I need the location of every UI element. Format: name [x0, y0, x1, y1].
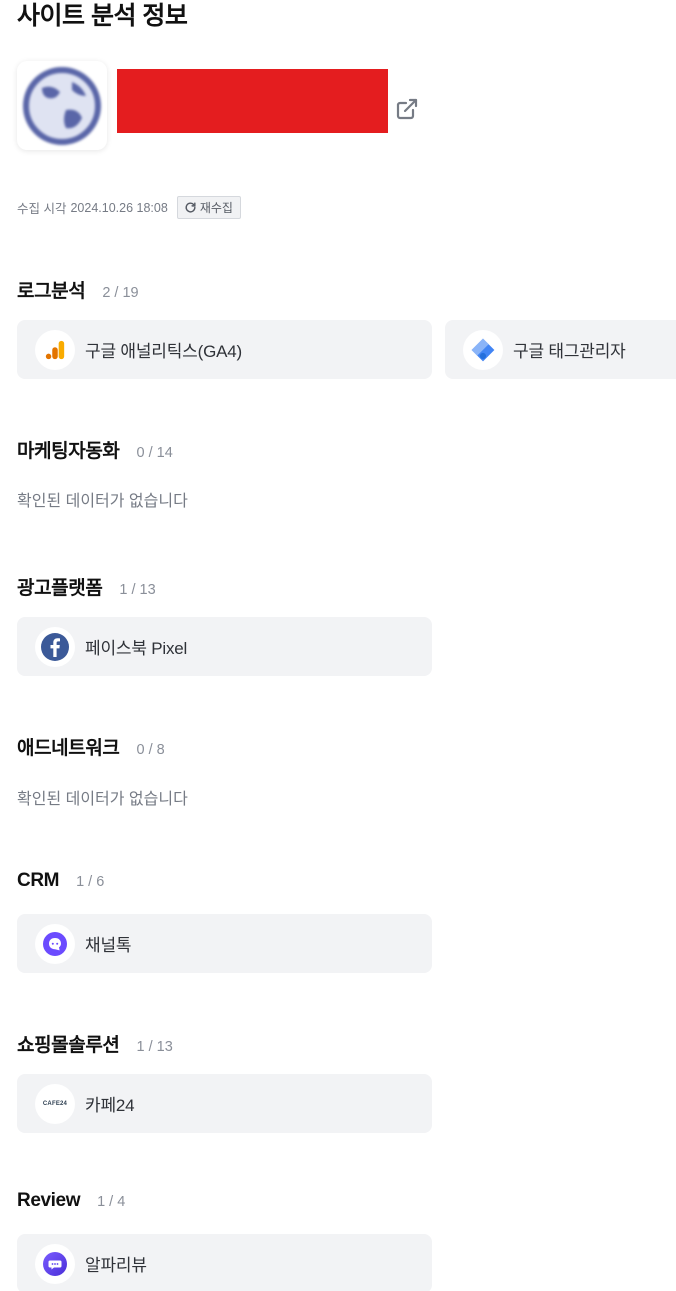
card-cafe24[interactable]: CAFE24 카페24: [17, 1074, 432, 1133]
card-label: 카페24: [85, 1096, 135, 1115]
page-title: 사이트 분석 정보: [17, 2, 188, 30]
section-count: 0 / 8: [136, 742, 165, 758]
section-ad-network: 애드네트워크 0 / 8: [17, 733, 165, 760]
section-title: 애드네트워크: [17, 738, 120, 759]
section-count: 0 / 14: [136, 445, 173, 461]
empty-message: 확인된 데이터가 없습니다: [17, 493, 188, 510]
cafe24-icon: CAFE24: [35, 1083, 75, 1124]
card-alpha-review[interactable]: 알파리뷰: [17, 1234, 432, 1291]
section-count: 1 / 6: [76, 874, 105, 890]
section-title: 광고플랫폼: [17, 578, 103, 599]
collect-info: 수집 시각 2024.10.26 18:08 재수집: [17, 196, 241, 219]
empty-message: 확인된 데이터가 없습니다: [17, 791, 188, 808]
section-marketing-automation: 마케팅자동화 0 / 14: [17, 436, 173, 463]
collect-label: 수집 시각: [17, 202, 67, 216]
external-link-icon[interactable]: [395, 97, 419, 121]
card-label: 구글 애널리틱스(GA4): [85, 342, 242, 361]
section-title: CRM: [17, 870, 60, 891]
section-title: 로그분석: [17, 281, 86, 302]
facebook-icon: [35, 626, 75, 667]
recollect-button[interactable]: 재수집: [176, 196, 241, 219]
card-channeltalk[interactable]: 채널톡: [17, 914, 432, 973]
section-title: 쇼핑몰솔루션: [17, 1035, 120, 1056]
google-tag-manager-icon: [463, 329, 503, 370]
card-google-analytics[interactable]: 구글 애널리틱스(GA4): [17, 320, 432, 379]
section-review: Review 1 / 4: [17, 1190, 125, 1212]
section-log-analysis: 로그분석 2 / 19: [17, 276, 139, 303]
card-label: 알파리뷰: [85, 1256, 147, 1275]
redacted-site-url: [117, 69, 388, 133]
globe-icon: [23, 66, 101, 145]
channeltalk-icon: [35, 923, 75, 964]
section-title: 마케팅자동화: [17, 441, 120, 462]
cafe24-logo-text: CAFE24: [42, 1100, 68, 1107]
card-facebook-pixel[interactable]: 페이스북 Pixel: [17, 617, 432, 676]
alpha-review-icon: [35, 1243, 75, 1284]
section-count: 1 / 4: [97, 1194, 126, 1210]
google-analytics-icon: [35, 329, 75, 370]
section-count: 1 / 13: [119, 582, 156, 598]
refresh-icon: [185, 202, 196, 213]
collect-time: 2024.10.26 18:08: [70, 200, 168, 215]
site-favicon: [17, 61, 107, 150]
section-shopping-solution: 쇼핑몰솔루션 1 / 13: [17, 1030, 173, 1057]
section-title: Review: [17, 1190, 81, 1211]
recollect-label: 재수집: [199, 201, 233, 215]
card-label: 구글 태그관리자: [513, 342, 626, 361]
section-count: 1 / 13: [136, 1039, 173, 1055]
card-label: 페이스북 Pixel: [85, 639, 188, 658]
section-crm: CRM 1 / 6: [17, 870, 104, 892]
card-google-tag-manager[interactable]: 구글 태그관리자: [445, 320, 676, 379]
card-label: 채널톡: [85, 936, 132, 955]
section-count: 2 / 19: [102, 285, 139, 301]
section-ad-platform: 광고플랫폼 1 / 13: [17, 573, 156, 600]
